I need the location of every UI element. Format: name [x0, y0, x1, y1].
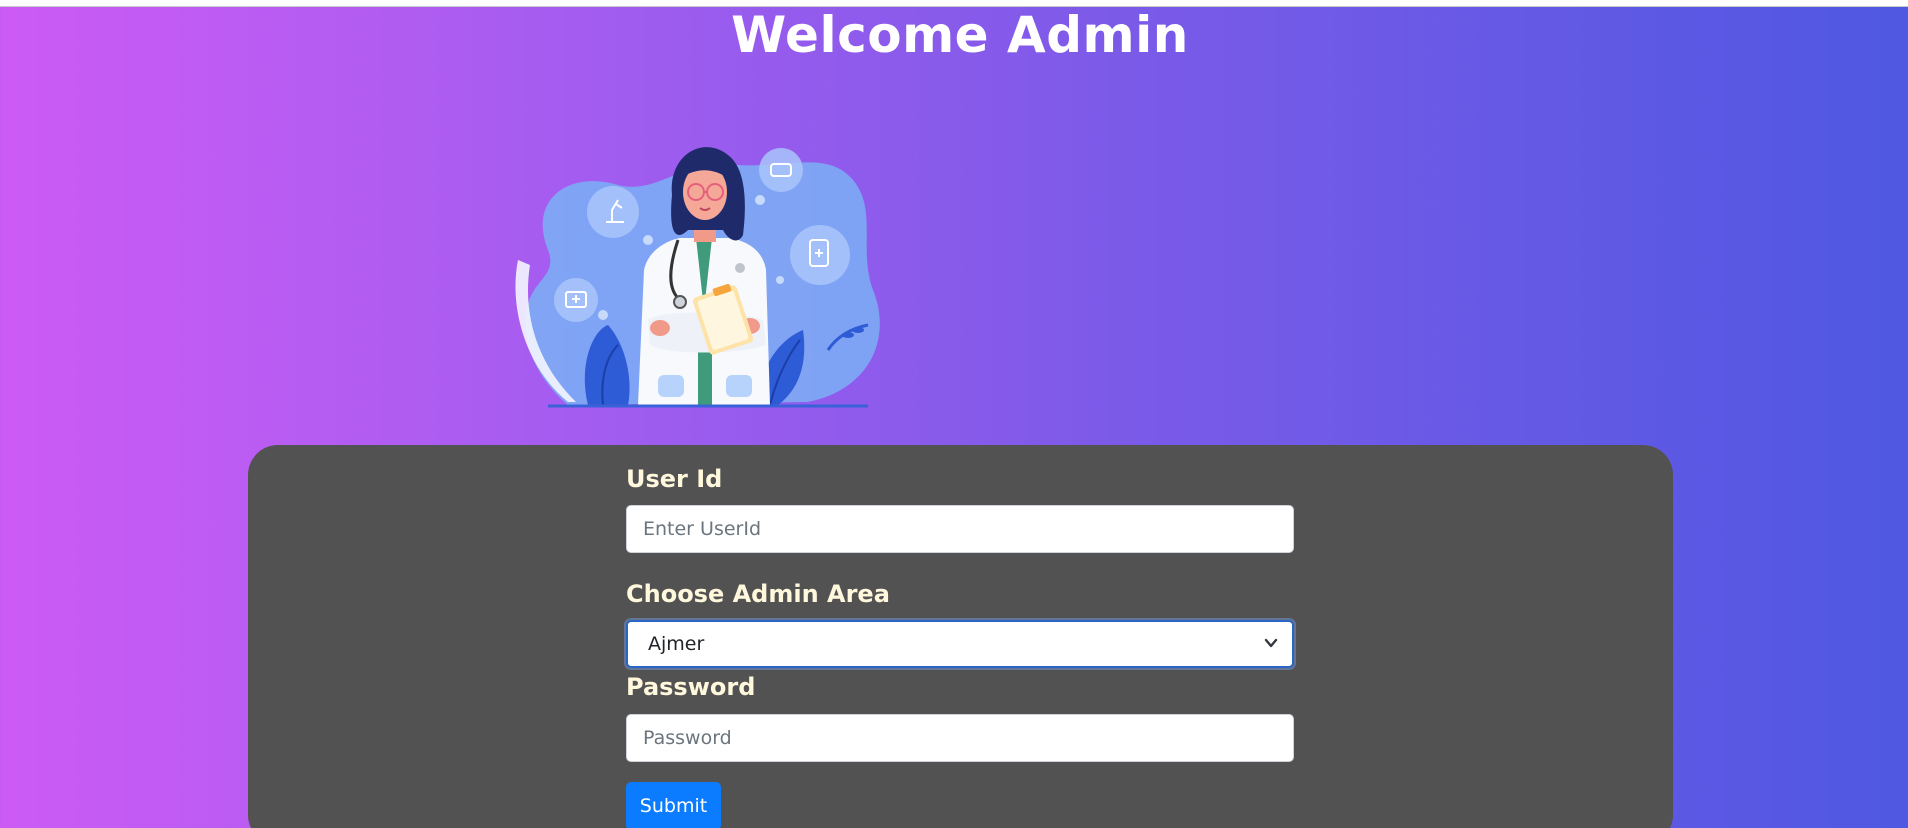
- admin-area-select[interactable]: Ajmer: [626, 620, 1294, 668]
- admin-area-selected-value: Ajmer: [648, 633, 705, 655]
- userid-input[interactable]: [626, 505, 1294, 553]
- submit-button[interactable]: Submit: [626, 782, 721, 828]
- password-label: Password: [626, 673, 756, 701]
- userid-label: User Id: [626, 465, 723, 493]
- password-input[interactable]: [626, 714, 1294, 762]
- doctor-illustration: [515, 147, 880, 408]
- page-title: Welcome Admin: [731, 6, 1189, 64]
- admin-area-label: Choose Admin Area: [626, 580, 890, 608]
- chevron-down-icon: [1264, 638, 1278, 648]
